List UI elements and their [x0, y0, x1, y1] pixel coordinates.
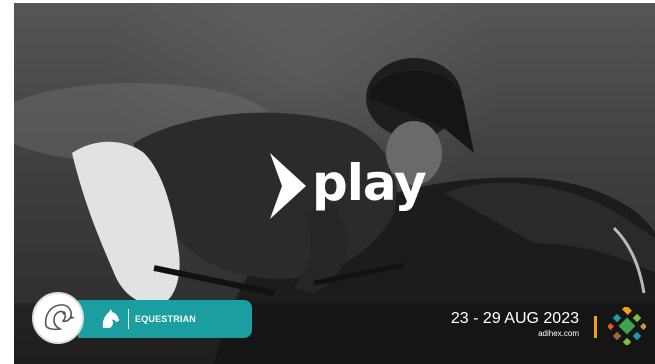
event-dates: 23 - 29 AUG 2023 — [450, 310, 579, 327]
category-label: EQUESTRIAN — [135, 314, 197, 324]
play-wordmark: play — [312, 154, 427, 212]
play-logo: play — [266, 145, 427, 227]
category-banner: EQUESTRIAN — [78, 300, 252, 338]
orange-separator — [594, 316, 597, 338]
event-website: adihex.com — [538, 329, 579, 338]
event-info: 23 - 29 AUG 2023 adihex.com — [451, 310, 579, 340]
adihex-mosaic-logo-icon — [608, 307, 646, 345]
category-divider — [128, 309, 129, 329]
horse-head-icon — [102, 309, 119, 328]
falcon-badge — [32, 292, 84, 344]
category-icon-wrap — [96, 305, 124, 333]
falcon-emblem-icon — [38, 298, 78, 338]
play-chevron-icon — [270, 153, 306, 219]
